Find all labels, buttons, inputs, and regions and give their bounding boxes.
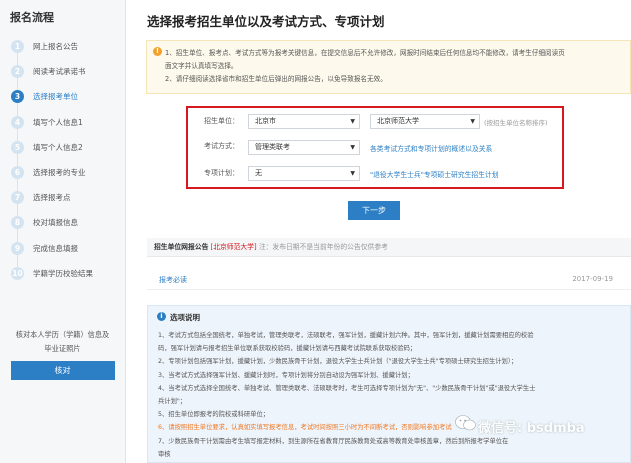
publication-link[interactable]: 报考必读 <box>159 275 187 285</box>
caret-down-icon: ▼ <box>350 170 355 177</box>
publication-unit-tag: [北京师范大学] <box>210 243 257 251</box>
verify-text-line-2: 毕业证照片 <box>44 344 81 353</box>
selection-form: 招生单位： 北京市 ▼ 北京师范大学 ▼ (按招生单位名称排序) 考试方式： 管… <box>186 106 564 189</box>
exam-method-select-value: 管理类联考 <box>255 143 290 151</box>
next-button[interactable]: 下一步 <box>348 201 400 220</box>
unit-select[interactable]: 北京师范大学 ▼ <box>370 114 480 129</box>
step-label: 学籍学历校验结果 <box>33 268 93 278</box>
option-line: 1、考试方式包括全国统考，单独考试，管理类联考，法硕联考，强军计划，援藏计划六种… <box>158 332 534 339</box>
step-5[interactable]: 5 填写个人信息2 <box>11 135 123 160</box>
notice-line-3: 2、请仔细阅读选择省市和招生单位后弹出的网报公告，以免导致报名无效。 <box>165 75 387 83</box>
step-8[interactable]: 8 校对填报信息 <box>11 210 123 235</box>
publication-row: 报考必读 2017-09-19 <box>147 270 631 290</box>
step-1[interactable]: 1 网上报名公告 <box>11 34 123 59</box>
method-relation-link[interactable]: 各类考试方式和专项计划的概述以及关系 <box>370 143 492 153</box>
step-number-badge: 1 <box>11 40 24 54</box>
option-line: 4、当考试方式选择全国统考、单独考试、管理类联考、法硕联考时，考生可选择专项计划… <box>158 385 536 392</box>
step-list: 1 网上报名公告 2 阅读考试承诺书 3 选择报考单位 4 填写个人信息1 5 填写个人信… <box>11 34 123 286</box>
step-6[interactable]: 6 选择报考的专业 <box>11 160 123 185</box>
option-line: 2、专项计划包括强军计划，援藏计划，少数民族骨干计划，退役大学生士兵计划（"退役… <box>158 358 518 365</box>
wechat-icon <box>455 415 476 431</box>
page-title: 选择报考招生单位以及考试方式、专项计划 <box>147 14 385 29</box>
step-3-active[interactable]: 3 选择报考单位 <box>11 84 123 109</box>
special-plan-select-value: 无 <box>255 169 262 177</box>
step-10[interactable]: 10 学籍学历校验结果 <box>11 261 123 286</box>
step-number-badge: 2 <box>11 65 24 79</box>
publication-title: 招生单位网报公告 <box>154 243 209 251</box>
main-content: 选择报考招生单位以及考试方式、专项计划 ! 1、招生单位、报考点、考试方式等为报… <box>126 0 631 463</box>
step-number-badge: 9 <box>11 241 24 255</box>
step-number-badge: 4 <box>11 115 24 129</box>
caret-down-icon: ▼ <box>350 118 355 125</box>
step-label: 填写个人信息1 <box>33 117 83 127</box>
step-7[interactable]: 7 选择报考点 <box>11 185 123 210</box>
notice-line-1: 1、招生单位、报考点、考试方式等为报考关键信息，在提交信息后不允许修改，网报时间… <box>165 49 565 57</box>
step-number-badge: 3 <box>11 90 24 104</box>
verify-button[interactable]: 核对 <box>10 361 115 380</box>
special-plan-select[interactable]: 无 ▼ <box>248 166 360 181</box>
verify-description: 核对本人学历（学籍）信息及 毕业证照片 <box>10 328 115 356</box>
veteran-plan-link[interactable]: "退役大学生士兵"专项硕士研究生招生计划 <box>370 169 499 179</box>
verify-section: 核对本人学历（学籍）信息及 毕业证照片 核对 <box>0 328 125 380</box>
verify-text-line-1: 核对本人学历（学籍）信息及 <box>15 330 110 339</box>
option-line: 7、少数民族骨干计划需由考生填写报定材料，到生源所在省教育厅民族教育处或高等教育… <box>158 438 509 445</box>
publication-date: 2017-09-19 <box>572 275 613 283</box>
option-line: 码，强军计划请与报考招生单位联系获取校验码，援藏计划请与西藏考试院联系获取校验码… <box>158 345 417 352</box>
unit-label: 招生单位： <box>204 117 239 125</box>
option-line: 5、招生单位即报考的院校或科研单位； <box>158 411 270 418</box>
exam-method-select[interactable]: 管理类联考 ▼ <box>248 140 360 155</box>
unit-sort-hint: (按招生单位名称排序) <box>484 119 548 127</box>
caret-down-icon: ▼ <box>470 118 475 125</box>
sidebar: 报名流程 1 网上报名公告 2 阅读考试承诺书 3 选择报考单位 4 填写个人信息1 5… <box>0 0 126 463</box>
step-connector-line <box>17 46 18 274</box>
publication-header: 招生单位网报公告 [北京师范大学] 注：发布日期不是当前年份的公告仅供参考 <box>147 238 631 257</box>
step-2[interactable]: 2 阅读考试承诺书 <box>11 59 123 84</box>
province-select[interactable]: 北京市 ▼ <box>248 114 360 129</box>
step-label: 选择报考点 <box>33 193 71 203</box>
step-label: 选择报考单位 <box>33 92 78 102</box>
step-4[interactable]: 4 填写个人信息1 <box>11 110 123 135</box>
options-title: 选项说明 <box>170 313 200 322</box>
step-number-badge: 8 <box>11 216 24 230</box>
sidebar-title: 报名流程 <box>10 11 54 24</box>
option-line: 3、当考试方式选择强军计划、援藏计划时，专项计划将分别自动设为强军计划、援藏计划… <box>158 372 414 379</box>
options-explanation: i 选项说明 1、考试方式包括全国统考，单独考试，管理类联考，法硕联考，强军计划… <box>147 305 631 463</box>
plan-label: 专项计划： <box>204 169 239 177</box>
option-line: 审核 <box>158 451 171 458</box>
step-9[interactable]: 9 完成信息填报 <box>11 236 123 261</box>
step-label: 网上报名公告 <box>33 42 78 52</box>
step-label: 阅读考试承诺书 <box>33 67 86 77</box>
step-number-badge: 10 <box>11 266 24 280</box>
step-number-badge: 7 <box>11 191 24 205</box>
publication-note: 注：发布日期不是当前年份的公告仅供参考 <box>258 243 388 251</box>
step-number-badge: 6 <box>11 166 24 180</box>
step-label: 选择报考的专业 <box>33 168 86 178</box>
step-label: 完成信息填报 <box>33 243 78 253</box>
warning-icon: ! <box>153 47 162 56</box>
step-number-badge: 5 <box>11 140 24 154</box>
step-label: 校对填报信息 <box>33 218 78 228</box>
option-line-warning: 6、请按照招生单位要求，认真如实填写报考信息，考试时间按照三小时为不间断考试，否… <box>158 424 452 431</box>
watermark-text: 微信号: bsdmba <box>478 421 585 436</box>
step-label: 填写个人信息2 <box>33 142 83 152</box>
option-line: 兵计划"； <box>158 398 187 405</box>
notice-line-2: 面文字并认真填写选择。 <box>165 62 238 70</box>
info-icon: i <box>157 312 166 321</box>
province-select-value: 北京市 <box>255 117 276 125</box>
unit-select-value: 北京师范大学 <box>377 117 419 125</box>
caret-down-icon: ▼ <box>350 144 355 151</box>
method-label: 考试方式： <box>204 142 239 150</box>
notice-box: ! 1、招生单位、报考点、考试方式等为报考关键信息，在提交信息后不允许修改，网报… <box>146 40 631 94</box>
